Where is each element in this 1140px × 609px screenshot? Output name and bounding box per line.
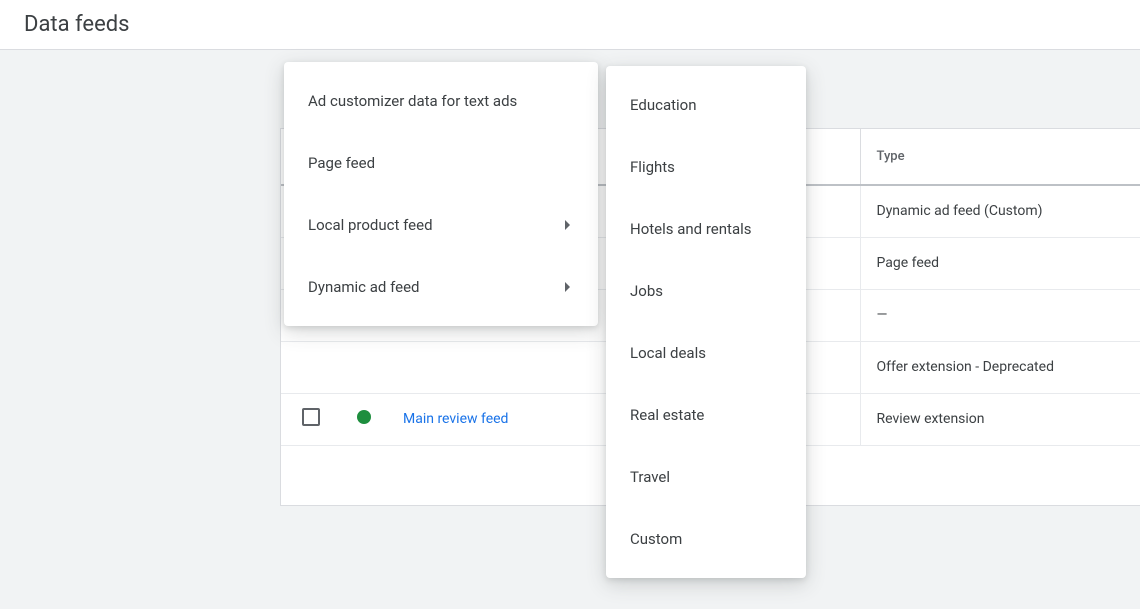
dynamic-ad-feed-submenu: Education Flights Hotels and rentals Jobs Lo… <box>606 66 806 578</box>
menu-item[interactable]: Local product feed <box>284 194 598 256</box>
submenu-item-label: Custom <box>630 530 682 548</box>
menu-item-label: Local product feed <box>308 216 433 234</box>
menu-item[interactable]: Dynamic ad feed <box>284 256 598 318</box>
row-status-cell <box>341 341 387 393</box>
submenu-item[interactable]: Jobs <box>606 260 806 322</box>
page-title: Data feeds <box>24 12 130 37</box>
feed-name-link[interactable]: Main review feed <box>403 411 508 427</box>
page-header: Data feeds <box>0 0 1140 50</box>
menu-item-label: Page feed <box>308 154 375 172</box>
row-checkbox[interactable] <box>302 408 320 426</box>
menu-item[interactable]: Ad customizer data for text ads <box>284 70 598 132</box>
row-checkbox-cell <box>281 393 341 445</box>
submenu-item-label: Real estate <box>630 406 704 424</box>
submenu-item[interactable]: Flights <box>606 136 806 198</box>
submenu-item-label: Flights <box>630 158 675 176</box>
row-checkbox-cell <box>281 341 341 393</box>
row-type-cell: Dynamic ad feed (Custom) <box>860 185 1140 237</box>
row-type-cell: Review extension <box>860 393 1140 445</box>
menu-item[interactable]: Page feed <box>284 132 598 194</box>
menu-item-label: Dynamic ad feed <box>308 278 420 296</box>
submenu-item[interactable]: Real estate <box>606 384 806 446</box>
submenu-item[interactable]: Local deals <box>606 322 806 384</box>
feed-type-menu: Ad customizer data for text ads Page feed… <box>284 62 598 326</box>
menu-item-label: Ad customizer data for text ads <box>308 92 517 110</box>
status-dot-icon <box>357 410 371 424</box>
submenu-item-label: Education <box>630 96 697 114</box>
submenu-item[interactable]: Travel <box>606 446 806 508</box>
row-type-cell: — <box>860 289 1140 341</box>
submenu-item-label: Local deals <box>630 344 706 362</box>
submenu-item[interactable]: Education <box>606 74 806 136</box>
row-status-cell <box>341 393 387 445</box>
row-type-cell: Page feed <box>860 237 1140 289</box>
submenu-item[interactable]: Hotels and rentals <box>606 198 806 260</box>
chevron-right-icon <box>565 282 570 292</box>
submenu-item[interactable]: Custom <box>606 508 806 570</box>
header-type[interactable]: Type <box>860 129 1140 185</box>
submenu-item-label: Travel <box>630 468 670 486</box>
submenu-item-label: Hotels and rentals <box>630 220 752 238</box>
row-type-cell: Offer extension - Deprecated <box>860 341 1140 393</box>
chevron-right-icon <box>565 220 570 230</box>
submenu-item-label: Jobs <box>630 282 663 300</box>
